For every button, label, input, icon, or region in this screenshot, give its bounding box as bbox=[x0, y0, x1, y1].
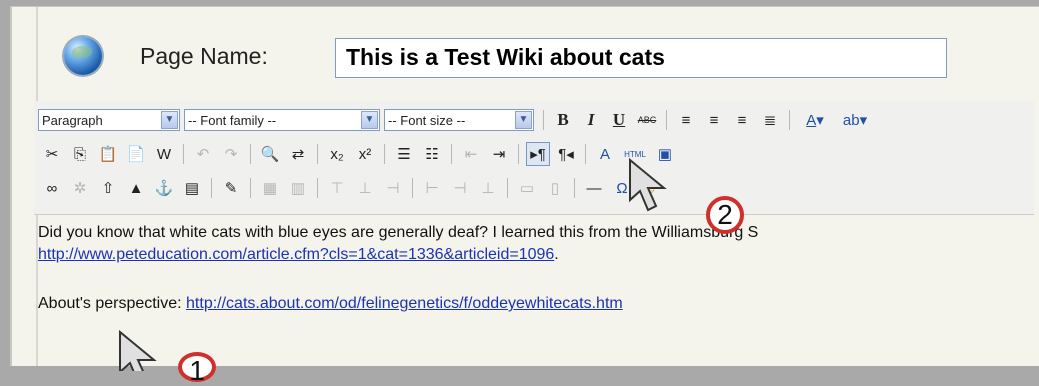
toolbar-separator bbox=[666, 110, 667, 130]
toolbar-separator bbox=[585, 144, 586, 164]
chevron-down-icon: ▼ bbox=[515, 111, 532, 129]
toolbar-row-1: Paragraph ▼ -- Font family -- ▼ -- Font … bbox=[38, 106, 875, 134]
period-text: . bbox=[554, 246, 559, 263]
font-family-select[interactable]: -- Font family -- ▼ bbox=[184, 109, 380, 131]
content-paragraph-2: http://www.peteducation.com/article.cfm?… bbox=[38, 244, 559, 265]
upload-icon[interactable]: ⇧ bbox=[96, 176, 120, 200]
align-right-icon[interactable]: ≡ bbox=[730, 108, 754, 132]
page-name-input[interactable]: This is a Test Wiki about cats bbox=[335, 38, 947, 78]
align-justify-icon[interactable]: ≣ bbox=[758, 108, 782, 132]
edit-icon[interactable]: ✎ bbox=[219, 176, 243, 200]
paste-icon[interactable]: 📋 bbox=[96, 142, 120, 166]
paste-text-icon[interactable]: 📄 bbox=[124, 142, 148, 166]
chevron-down-icon: ▼ bbox=[361, 111, 378, 129]
image-icon[interactable]: ▲ bbox=[124, 176, 148, 200]
toolbar-separator bbox=[574, 178, 575, 198]
toolbar-separator bbox=[412, 178, 413, 198]
ltr-icon[interactable]: ▸¶ bbox=[526, 142, 550, 166]
callout-2: 2 bbox=[706, 196, 744, 234]
html-source-icon[interactable]: HTML bbox=[621, 142, 649, 166]
fullscreen-icon[interactable]: ▣ bbox=[653, 142, 677, 166]
toolbar-separator bbox=[507, 178, 508, 198]
font-size-select-value: -- Font size -- bbox=[388, 112, 466, 128]
unlink-icon[interactable]: ✲ bbox=[68, 176, 92, 200]
editor-content[interactable]: Did you know that white cats with blue e… bbox=[34, 215, 1034, 365]
align-center-icon[interactable]: ≡ bbox=[702, 108, 726, 132]
abouts-perspective-label: About's perspective: bbox=[38, 295, 187, 312]
font-size-select[interactable]: -- Font size -- ▼ bbox=[384, 109, 534, 131]
highlight-color-icon[interactable]: ab▾ bbox=[837, 108, 873, 132]
paste-word-icon[interactable]: W bbox=[152, 142, 176, 166]
link-icon[interactable]: ∞ bbox=[40, 176, 64, 200]
undo-icon[interactable]: ↶ bbox=[191, 142, 215, 166]
emoticon-icon[interactable]: ☺ bbox=[638, 176, 662, 200]
styles-icon[interactable]: A bbox=[593, 142, 617, 166]
toolbar-separator bbox=[543, 110, 544, 130]
underline-button[interactable]: U bbox=[607, 108, 631, 132]
toolbar-separator bbox=[789, 110, 790, 130]
cut-icon[interactable]: ✂ bbox=[40, 142, 64, 166]
cats-about-link[interactable]: http://cats.about.com/od/felinegenetics/… bbox=[186, 295, 623, 312]
outdent-icon[interactable]: ⇤ bbox=[459, 142, 483, 166]
toolbar-row-3: ∞ ✲ ⇧ ▲ ⚓ ▤ ✎ ▦ ▥ ⊤ ⊥ ⊣ ⊢ ⊣ ⊥ ▭ ▯ — Ω ☺ bbox=[38, 174, 664, 202]
col-after-icon[interactable]: ⊣ bbox=[448, 176, 472, 200]
font-family-select-value: -- Font family -- bbox=[188, 112, 277, 128]
merge-cells-icon[interactable]: ▭ bbox=[515, 176, 539, 200]
bold-button[interactable]: B bbox=[551, 108, 575, 132]
col-before-icon[interactable]: ⊢ bbox=[420, 176, 444, 200]
superscript-icon[interactable]: x² bbox=[353, 142, 377, 166]
toolbar-row-2: ✂ ⎘ 📋 📄 W ↶ ↷ 🔍 ⇄ x₂ x² ☰ ☷ ⇤ ⇥ ▸¶ ¶◂ A … bbox=[38, 140, 679, 168]
text-color-icon[interactable]: A ▾ bbox=[797, 108, 833, 132]
editor-toolbar: Paragraph ▼ -- Font family -- ▼ -- Font … bbox=[34, 101, 1034, 215]
chevron-down-icon: ▼ bbox=[161, 111, 178, 129]
format-select[interactable]: Paragraph ▼ bbox=[38, 109, 180, 131]
toolbar-separator bbox=[317, 178, 318, 198]
toolbar-separator bbox=[250, 178, 251, 198]
copy-icon[interactable]: ⎘ bbox=[68, 142, 92, 166]
replace-icon[interactable]: ⇄ bbox=[286, 142, 310, 166]
subscript-icon[interactable]: x₂ bbox=[325, 142, 349, 166]
toolbar-separator bbox=[211, 178, 212, 198]
peteducation-link[interactable]: http://www.peteducation.com/article.cfm?… bbox=[38, 246, 554, 263]
toolbar-separator bbox=[250, 144, 251, 164]
toolbar-separator bbox=[317, 144, 318, 164]
indent-icon[interactable]: ⇥ bbox=[487, 142, 511, 166]
horizontal-rule-icon[interactable]: — bbox=[582, 176, 606, 200]
find-icon[interactable]: 🔍 bbox=[258, 142, 282, 166]
row-before-icon[interactable]: ⊤ bbox=[325, 176, 349, 200]
toolbar-separator bbox=[451, 144, 452, 164]
rtl-icon[interactable]: ¶◂ bbox=[554, 142, 578, 166]
format-select-value: Paragraph bbox=[42, 112, 103, 128]
split-cells-icon[interactable]: ▯ bbox=[543, 176, 567, 200]
toolbar-separator bbox=[518, 144, 519, 164]
globe-icon bbox=[64, 37, 102, 75]
content-paragraph-1: Did you know that white cats with blue e… bbox=[38, 224, 759, 241]
special-char-icon[interactable]: Ω bbox=[610, 176, 634, 200]
callout-1: 1 bbox=[178, 352, 216, 386]
toolbar-separator bbox=[384, 144, 385, 164]
table-props-icon[interactable]: ▥ bbox=[286, 176, 310, 200]
italic-button[interactable]: I bbox=[579, 108, 603, 132]
numbered-list-icon[interactable]: ☷ bbox=[420, 142, 444, 166]
row-after-icon[interactable]: ⊥ bbox=[353, 176, 377, 200]
toolbar-separator bbox=[183, 144, 184, 164]
content-paragraph-3: About's perspective: http://cats.about.c… bbox=[38, 293, 623, 314]
page-name-label: Page Name: bbox=[140, 43, 268, 69]
bullet-list-icon[interactable]: ☰ bbox=[392, 142, 416, 166]
media-icon[interactable]: ▤ bbox=[180, 176, 204, 200]
align-left-icon[interactable]: ≡ bbox=[674, 108, 698, 132]
anchor-icon[interactable]: ⚓ bbox=[152, 176, 176, 200]
strikethrough-button[interactable]: ABC bbox=[635, 108, 659, 132]
table-icon[interactable]: ▦ bbox=[258, 176, 282, 200]
delete-col-icon[interactable]: ⊥ bbox=[476, 176, 500, 200]
delete-row-icon[interactable]: ⊣ bbox=[381, 176, 405, 200]
redo-icon[interactable]: ↷ bbox=[219, 142, 243, 166]
